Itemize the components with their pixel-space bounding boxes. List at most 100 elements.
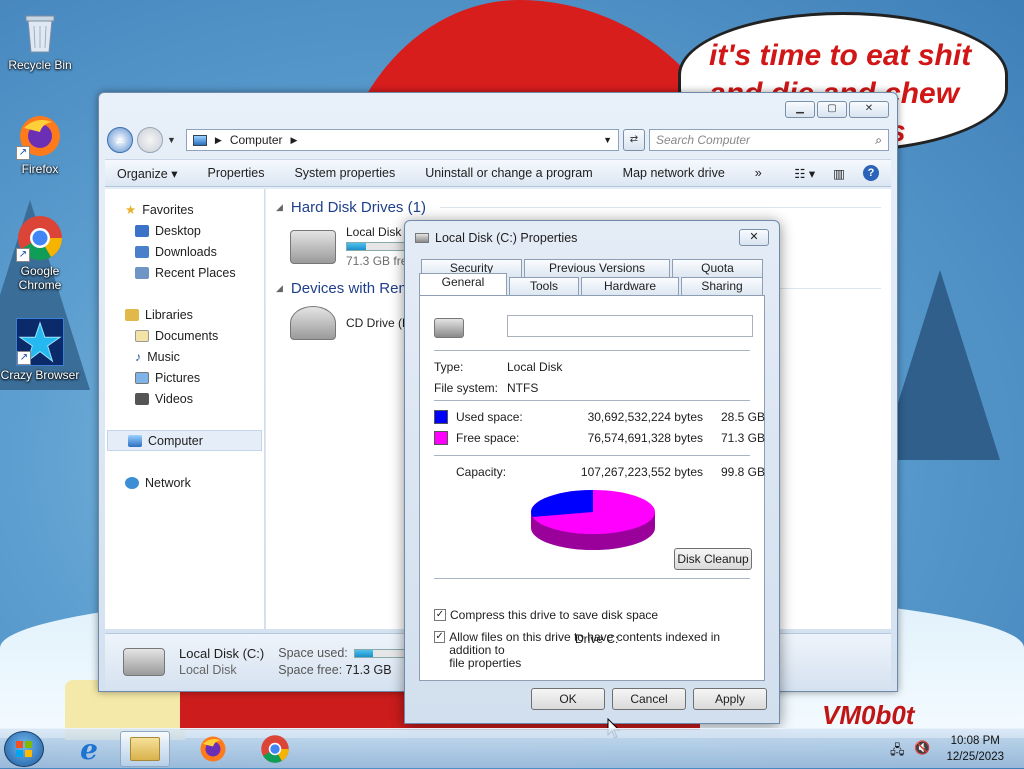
refresh-button[interactable]: ⇄: [623, 129, 645, 151]
nav-libraries[interactable]: Libraries: [105, 304, 264, 325]
preview-pane-icon[interactable]: ▥: [833, 166, 845, 181]
group-header-hard-disk[interactable]: ◢ Hard Disk Drives (1): [276, 195, 881, 219]
ok-button[interactable]: OK: [531, 688, 605, 710]
taskbar-internet-explorer[interactable]: e: [64, 731, 114, 767]
minimize-button[interactable]: ▁: [785, 101, 815, 118]
breadcrumb-arrow-icon[interactable]: ▶: [215, 135, 222, 146]
properties-dialog: Local Disk (C:) Properties ✕ Security Pr…: [404, 220, 780, 724]
used-space-label: Used space:: [456, 410, 523, 424]
free-space-row: Free space: 76,574,691,328 bytes 71.3 GB: [434, 431, 765, 445]
internet-explorer-icon: e: [80, 732, 98, 766]
star-icon: ★: [125, 203, 137, 217]
compress-checkbox[interactable]: ✓: [434, 609, 446, 621]
back-button[interactable]: ←: [107, 127, 133, 153]
shortcut-arrow-icon: ↗: [17, 351, 31, 365]
chrome-icon: [261, 735, 289, 763]
compress-row: ✓ Compress this drive to save disk space: [434, 608, 658, 622]
recycle-bin-icon: [16, 8, 64, 56]
tab-hardware[interactable]: Hardware: [581, 277, 679, 295]
nav-videos[interactable]: Videos: [105, 388, 264, 409]
volume-muted-icon[interactable]: 🔇: [914, 740, 930, 756]
help-icon[interactable]: ?: [863, 165, 879, 181]
disk-cleanup-button[interactable]: Disk Cleanup: [674, 548, 752, 570]
forward-button[interactable]: →: [137, 127, 163, 153]
search-placeholder: Search Computer: [656, 133, 751, 147]
address-row: ← → ▼ ▶ Computer ▶ ▼ ⇄ Search Computer ⌕: [107, 127, 889, 153]
index-checkbox[interactable]: ✓: [434, 631, 446, 643]
tab-quota[interactable]: Quota: [672, 259, 763, 277]
shortcut-arrow-icon: ↗: [16, 146, 30, 160]
desktop-icon-firefox[interactable]: ↗ Firefox: [0, 112, 80, 176]
firefox-icon: [200, 736, 226, 762]
map-network-drive-button[interactable]: Map network drive: [623, 166, 725, 180]
navigation-pane: ★ Favorites Desktop Downloads Recent Plac…: [105, 189, 265, 629]
system-properties-button[interactable]: System properties: [294, 166, 395, 180]
search-icon[interactable]: ⌕: [875, 133, 882, 148]
nav-recent-places[interactable]: Recent Places: [105, 262, 264, 283]
computer-icon: [192, 134, 207, 146]
compress-label[interactable]: Compress this drive to save disk space: [450, 608, 658, 622]
address-dropdown-icon[interactable]: ▼: [603, 135, 612, 145]
hard-drive-icon: [123, 647, 165, 676]
cancel-button[interactable]: Cancel: [612, 688, 686, 710]
view-options-icon[interactable]: ☷ ▾: [794, 166, 815, 181]
organize-menu[interactable]: Organize ▾: [117, 166, 177, 181]
properties-button[interactable]: Properties: [207, 166, 264, 180]
desktop-icon-recycle-bin[interactable]: Recycle Bin: [0, 8, 80, 72]
tab-tools[interactable]: Tools: [509, 277, 579, 295]
index-label[interactable]: Allow files on this drive to have conten…: [449, 631, 754, 670]
recent-pages-dropdown[interactable]: ▼: [167, 135, 176, 145]
tab-general[interactable]: General: [419, 273, 507, 295]
dialog-title: Local Disk (C:) Properties: [435, 231, 578, 245]
nav-favorites[interactable]: ★ Favorites: [105, 199, 264, 220]
free-space-swatch: [434, 431, 448, 445]
maximize-button[interactable]: ▢: [817, 101, 847, 118]
filesystem-label: File system:: [434, 381, 499, 395]
command-bar: Organize ▾ Properties System properties …: [105, 159, 891, 187]
nav-computer[interactable]: Computer: [107, 430, 262, 451]
nav-downloads[interactable]: Downloads: [105, 241, 264, 262]
system-clock[interactable]: 10:08 PM 12/25/2023: [946, 733, 1004, 765]
nav-network[interactable]: Network: [105, 472, 264, 493]
clock-date: 12/25/2023: [946, 751, 1004, 763]
documents-icon: [135, 329, 149, 342]
pictures-icon: [135, 371, 149, 384]
free-space-bytes: 76,574,691,328 bytes: [587, 431, 703, 445]
type-value: Local Disk: [507, 360, 563, 374]
used-space-row: Used space: 30,692,532,224 bytes 28.5 GB: [434, 410, 765, 424]
tab-previous-versions[interactable]: Previous Versions: [524, 259, 670, 277]
hard-drive-icon: [290, 229, 336, 264]
taskbar-firefox[interactable]: [188, 731, 238, 767]
used-space-swatch: [434, 410, 448, 424]
address-bar[interactable]: ▶ Computer ▶ ▼: [185, 129, 619, 151]
clock-time: 10:08 PM: [950, 735, 1000, 747]
desktop-icon-crazy-browser[interactable]: ↗ Crazy Browser: [0, 318, 80, 382]
toolbar-overflow-button[interactable]: »: [755, 166, 762, 180]
volume-label-input[interactable]: [507, 315, 753, 337]
used-space-bytes: 30,692,532,224 bytes: [587, 410, 703, 424]
hard-drive-icon: [415, 233, 429, 243]
search-input[interactable]: Search Computer ⌕: [649, 129, 889, 151]
folder-icon: [130, 737, 160, 761]
apply-button[interactable]: Apply: [693, 688, 767, 710]
desktop-icon-chrome[interactable]: ↗ Google Chrome: [0, 214, 80, 292]
nav-desktop[interactable]: Desktop: [105, 220, 264, 241]
nav-pictures[interactable]: Pictures: [105, 367, 264, 388]
taskbar-chrome[interactable]: [250, 731, 300, 767]
videos-icon: [135, 392, 149, 405]
start-button[interactable]: [4, 731, 44, 767]
firefox-icon: ↗: [16, 112, 64, 160]
taskbar-windows-explorer[interactable]: [120, 731, 170, 767]
uninstall-program-button[interactable]: Uninstall or change a program: [425, 166, 592, 180]
dialog-close-button[interactable]: ✕: [739, 229, 769, 246]
nav-documents[interactable]: Documents: [105, 325, 264, 346]
breadcrumb-arrow-icon[interactable]: ▶: [291, 135, 298, 146]
tab-sharing[interactable]: Sharing: [681, 277, 763, 295]
network-status-icon[interactable]: 🖧: [890, 741, 905, 763]
windows-logo-icon: [16, 741, 32, 757]
nav-music[interactable]: ♪ Music: [105, 346, 264, 367]
close-button[interactable]: ✕: [849, 101, 889, 118]
breadcrumb-computer[interactable]: Computer: [230, 133, 283, 147]
general-tab-panel: Type: Local Disk File system: NTFS Used sp…: [419, 295, 765, 681]
capacity-row: Capacity: 107,267,223,552 bytes 99.8 GB: [434, 465, 765, 479]
